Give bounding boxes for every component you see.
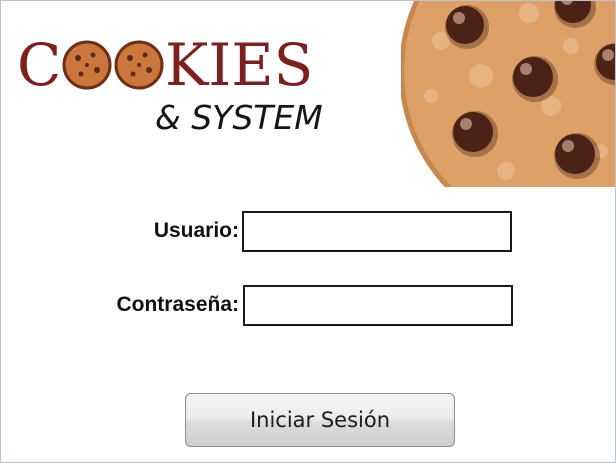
cookies-system-logo: C KIES & SYSTEM	[17, 33, 347, 138]
chocolate-chip	[452, 111, 498, 157]
logo-subtitle: & SYSTEM	[155, 98, 323, 137]
chocolate-chip	[554, 133, 600, 179]
username-label: Usuario:	[153, 219, 239, 242]
chocolate-chip	[445, 5, 489, 49]
chocolate-chip	[512, 56, 558, 102]
password-label: Contraseña:	[116, 293, 239, 316]
username-input[interactable]	[242, 211, 512, 252]
logo-letter-c: C	[17, 33, 61, 99]
login-button[interactable]: Iniciar Sesión	[185, 393, 455, 447]
login-window: C KIES & SYSTEM Usuario: Contraseña: Ini…	[0, 0, 616, 463]
password-input[interactable]	[243, 285, 513, 326]
logo-cookie-o-2	[114, 40, 164, 90]
cookie-illustration	[399, 1, 615, 241]
logo-word-rest: KIES	[165, 33, 313, 99]
logo-cookie-o-1	[62, 40, 112, 90]
